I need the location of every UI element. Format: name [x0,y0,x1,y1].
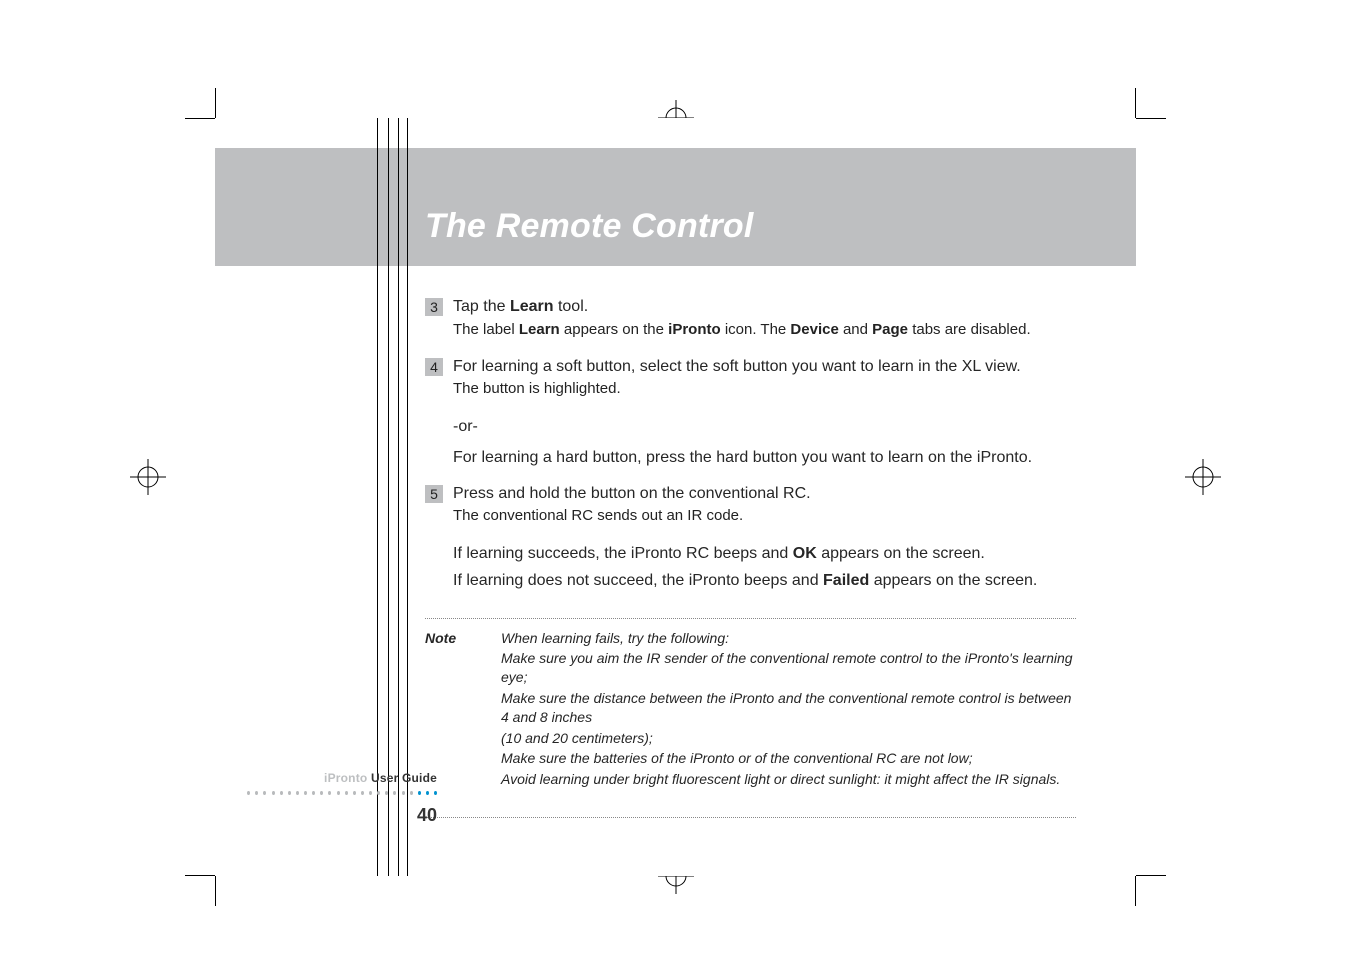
step-5-line-2: The conventional RC sends out an IR code… [453,506,1076,526]
step-number: 3 [425,298,443,316]
step-5: 5 Press and hold the button on the conve… [425,483,1076,529]
content: 3 Tap the Learn tool. The label Learn ap… [425,296,1076,828]
step-5-line-1: Press and hold the button on the convent… [453,483,1076,505]
step-4: 4 For learning a soft button, select the… [425,356,1076,402]
crop-mark [1136,118,1166,119]
crop-mark [1135,88,1136,118]
or-separator: -or- [453,416,1076,438]
crop-mark [1135,876,1136,906]
page: The Remote Control 3 Tap the Learn tool.… [215,118,1136,876]
note-item: Make sure the batteries of the iPronto o… [501,749,1076,769]
note-intro: When learning fails, try the following: [501,629,1076,649]
registration-mark-left [130,459,166,495]
note-item: Avoid learning under bright fluorescent … [501,770,1076,790]
note-item: Make sure the distance between the iPron… [501,689,1076,728]
page-number: 40 [247,805,437,826]
step-number: 5 [425,485,443,503]
note-block: Note When learning fails, try the follow… [425,629,1076,791]
hard-button-line: For learning a hard button, press the ha… [453,447,1076,469]
if-success: If learning succeeds, the iPronto RC bee… [453,543,1076,565]
crop-mark [185,118,215,119]
note-body: When learning fails, try the following: … [501,629,1076,791]
if-fail: If learning does not succeed, the iPront… [453,570,1076,592]
crop-mark [1136,875,1166,876]
crop-mark [185,875,215,876]
crop-mark [215,876,216,906]
step-4-line-2: The button is highlighted. [453,379,1076,399]
header-band: The Remote Control [215,148,1136,266]
footer-dots [247,791,437,795]
page-title: The Remote Control [425,207,754,246]
footer: iPronto User Guide 40 [247,771,437,826]
note-item: Make sure you aim the IR sender of the c… [501,649,1076,688]
step-3-line-1: Tap the Learn tool. [453,296,1076,318]
user-guide-label: iPronto User Guide [247,771,437,785]
step-3: 3 Tap the Learn tool. The label Learn ap… [425,296,1076,342]
note-label: Note [425,629,471,791]
registration-mark-right [1185,459,1221,495]
note-item: (10 and 20 centimeters); [501,729,1076,749]
note-separator-bottom [425,817,1076,818]
note-separator-top [425,618,1076,619]
crop-mark [215,88,216,118]
step-number: 4 [425,358,443,376]
step-3-line-2: The label Learn appears on the iPronto i… [453,320,1076,340]
step-4-line-1: For learning a soft button, select the s… [453,356,1076,378]
